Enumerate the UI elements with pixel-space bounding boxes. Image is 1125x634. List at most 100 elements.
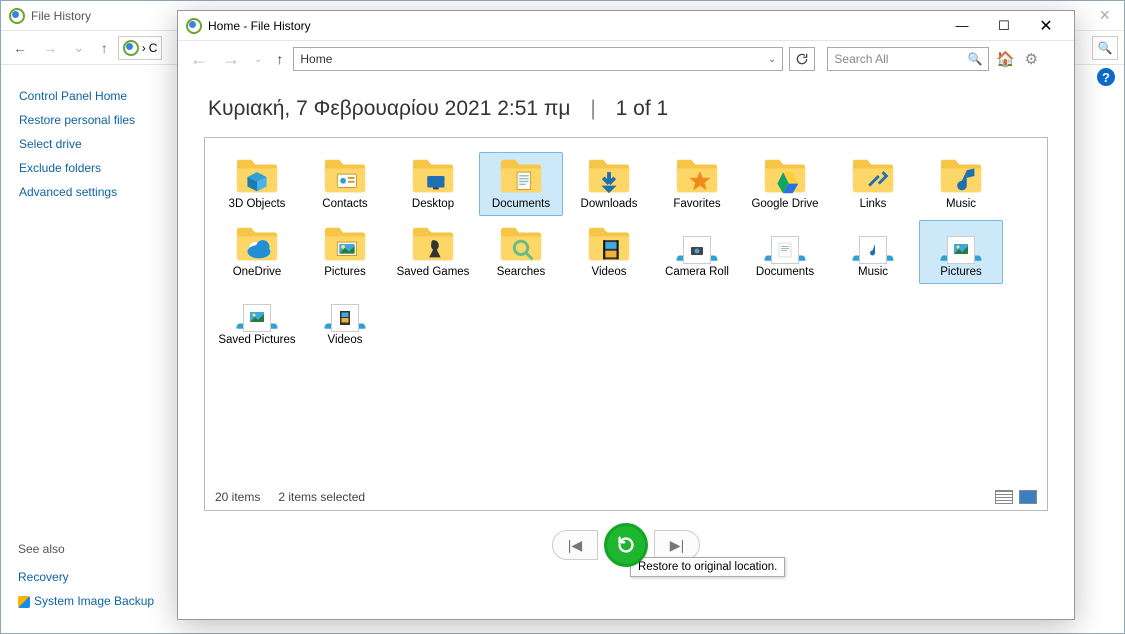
item-label: Videos [592, 266, 627, 280]
snapshot-banner: Κυριακή, 7 Φεβρουαρίου 2021 2:51 πμ | 1 … [208, 97, 1048, 121]
item-label: Videos [328, 334, 363, 348]
item-label: Searches [497, 266, 546, 280]
outer-address-bar[interactable]: › C [118, 36, 163, 60]
file-item[interactable]: Saved Games [391, 220, 475, 284]
home-button[interactable]: 🏠 [995, 49, 1015, 69]
search-icon: 🔍 [967, 52, 982, 66]
restore-tooltip: Restore to original location. [630, 557, 785, 577]
search-input[interactable]: Search All 🔍 [827, 47, 989, 71]
view-icons-button[interactable] [1019, 490, 1037, 504]
sidebar-link-exclude[interactable]: Exclude folders [19, 161, 173, 175]
address-segment: C [149, 41, 158, 55]
status-count: 20 items [215, 490, 260, 504]
sidebar-link-advanced[interactable]: Advanced settings [19, 185, 173, 199]
folder-icon [586, 156, 632, 196]
minimize-button[interactable]: — [942, 13, 982, 39]
item-label: Saved Pictures [218, 334, 295, 348]
file-history-icon [186, 18, 202, 34]
file-item[interactable]: Videos [303, 288, 387, 352]
item-label: Links [860, 198, 887, 212]
folder-icon [322, 156, 368, 196]
snapshot-date: Κυριακή, 7 Φεβρουαρίου 2021 2:51 πμ [208, 97, 571, 120]
file-item[interactable]: Camera Roll [655, 220, 739, 284]
folder-icon [234, 156, 280, 196]
outer-search-button[interactable]: 🔍 [1092, 36, 1118, 60]
nav-history-dropdown[interactable]: ⌄ [250, 54, 266, 65]
file-item[interactable]: Documents [479, 152, 563, 216]
folder-icon [674, 156, 720, 196]
file-item[interactable]: Saved Pictures [215, 288, 299, 352]
file-history-browser-window: Home - File History — ☐ ✕ ← → ⌄ ↑ Home ⌄… [177, 10, 1075, 620]
item-label: Downloads [581, 198, 638, 212]
history-dropdown[interactable]: ⌄ [67, 35, 91, 60]
item-label: OneDrive [233, 266, 282, 280]
file-item[interactable]: Documents [743, 220, 827, 284]
gear-icon[interactable]: ⚙ [1021, 49, 1041, 69]
refresh-button[interactable] [789, 47, 815, 71]
item-label: Camera Roll [665, 266, 729, 280]
status-bar: 20 items 2 items selected [215, 490, 365, 504]
status-selection: 2 items selected [278, 490, 365, 504]
file-item[interactable]: Pictures [919, 220, 1003, 284]
sidebar-link-recovery[interactable]: Recovery [18, 570, 154, 584]
folder-icon [322, 224, 368, 264]
nav-forward-button[interactable]: → [218, 49, 244, 70]
back-button[interactable]: ← [7, 36, 33, 60]
restore-button[interactable] [604, 523, 648, 567]
file-item[interactable]: 3D Objects [215, 152, 299, 216]
folder-icon [498, 156, 544, 196]
next-version-button[interactable]: ▶| [654, 530, 700, 560]
file-item[interactable]: Links [831, 152, 915, 216]
file-item[interactable]: Google Drive [743, 152, 827, 216]
file-item[interactable]: Music [831, 220, 915, 284]
nav-up-button[interactable]: ↑ [272, 51, 287, 67]
folder-icon [938, 156, 984, 196]
snapshot-page: 1 of 1 [616, 97, 669, 120]
item-label: Desktop [412, 198, 454, 212]
view-details-button[interactable] [995, 490, 1013, 504]
item-label: Pictures [940, 266, 982, 280]
sidebar-link-restore[interactable]: Restore personal files [19, 113, 173, 127]
folder-icon [410, 156, 456, 196]
item-label: Saved Games [397, 266, 470, 280]
file-item[interactable]: OneDrive [215, 220, 299, 284]
file-item[interactable]: Videos [567, 220, 651, 284]
file-item[interactable]: Desktop [391, 152, 475, 216]
outer-close-button[interactable]: × [1093, 5, 1116, 26]
items-grid[interactable]: 3D Objects Contacts Desktop Documents Downlo… [215, 152, 1037, 351]
nav-back-button[interactable]: ← [186, 49, 212, 70]
chevron-right-icon: › [142, 41, 146, 55]
folder-icon [586, 224, 632, 264]
chevron-down-icon[interactable]: ⌄ [768, 54, 776, 65]
file-item[interactable]: Music [919, 152, 1003, 216]
folder-icon [762, 156, 808, 196]
file-item[interactable]: Pictures [303, 220, 387, 284]
files-pane: 3D Objects Contacts Desktop Documents Downlo… [204, 137, 1048, 511]
bottom-nav: |◀ ▶| Restore to original location. [178, 517, 1074, 573]
close-button[interactable]: ✕ [1026, 13, 1066, 39]
control-panel-home-link[interactable]: Control Panel Home [19, 89, 173, 103]
inner-address-bar[interactable]: Home ⌄ [293, 47, 783, 71]
previous-version-button[interactable]: |◀ [552, 530, 598, 560]
item-label: 3D Objects [229, 198, 286, 212]
address-text: Home [300, 52, 332, 66]
file-item[interactable]: Favorites [655, 152, 739, 216]
help-icon[interactable]: ? [1097, 68, 1115, 86]
inner-title: Home - File History [208, 19, 311, 33]
item-label: Contacts [322, 198, 367, 212]
sidebar-link-system-image[interactable]: System Image Backup [18, 594, 154, 608]
file-history-icon [9, 8, 25, 24]
forward-button[interactable]: → [37, 36, 63, 60]
sidebar-link-select-drive[interactable]: Select drive [19, 137, 173, 151]
item-label: Google Drive [751, 198, 818, 212]
item-label: Documents [756, 266, 814, 280]
folder-icon [498, 224, 544, 264]
file-item[interactable]: Downloads [567, 152, 651, 216]
inner-toolbar: ← → ⌄ ↑ Home ⌄ Search All 🔍 🏠 ⚙ [178, 41, 1074, 77]
up-button[interactable]: ↑ [95, 36, 114, 60]
file-item[interactable]: Contacts [303, 152, 387, 216]
file-item[interactable]: Searches [479, 220, 563, 284]
shield-icon [18, 596, 30, 608]
control-panel-sidebar: Control Panel Home Restore personal file… [1, 65, 191, 633]
maximize-button[interactable]: ☐ [984, 13, 1024, 39]
